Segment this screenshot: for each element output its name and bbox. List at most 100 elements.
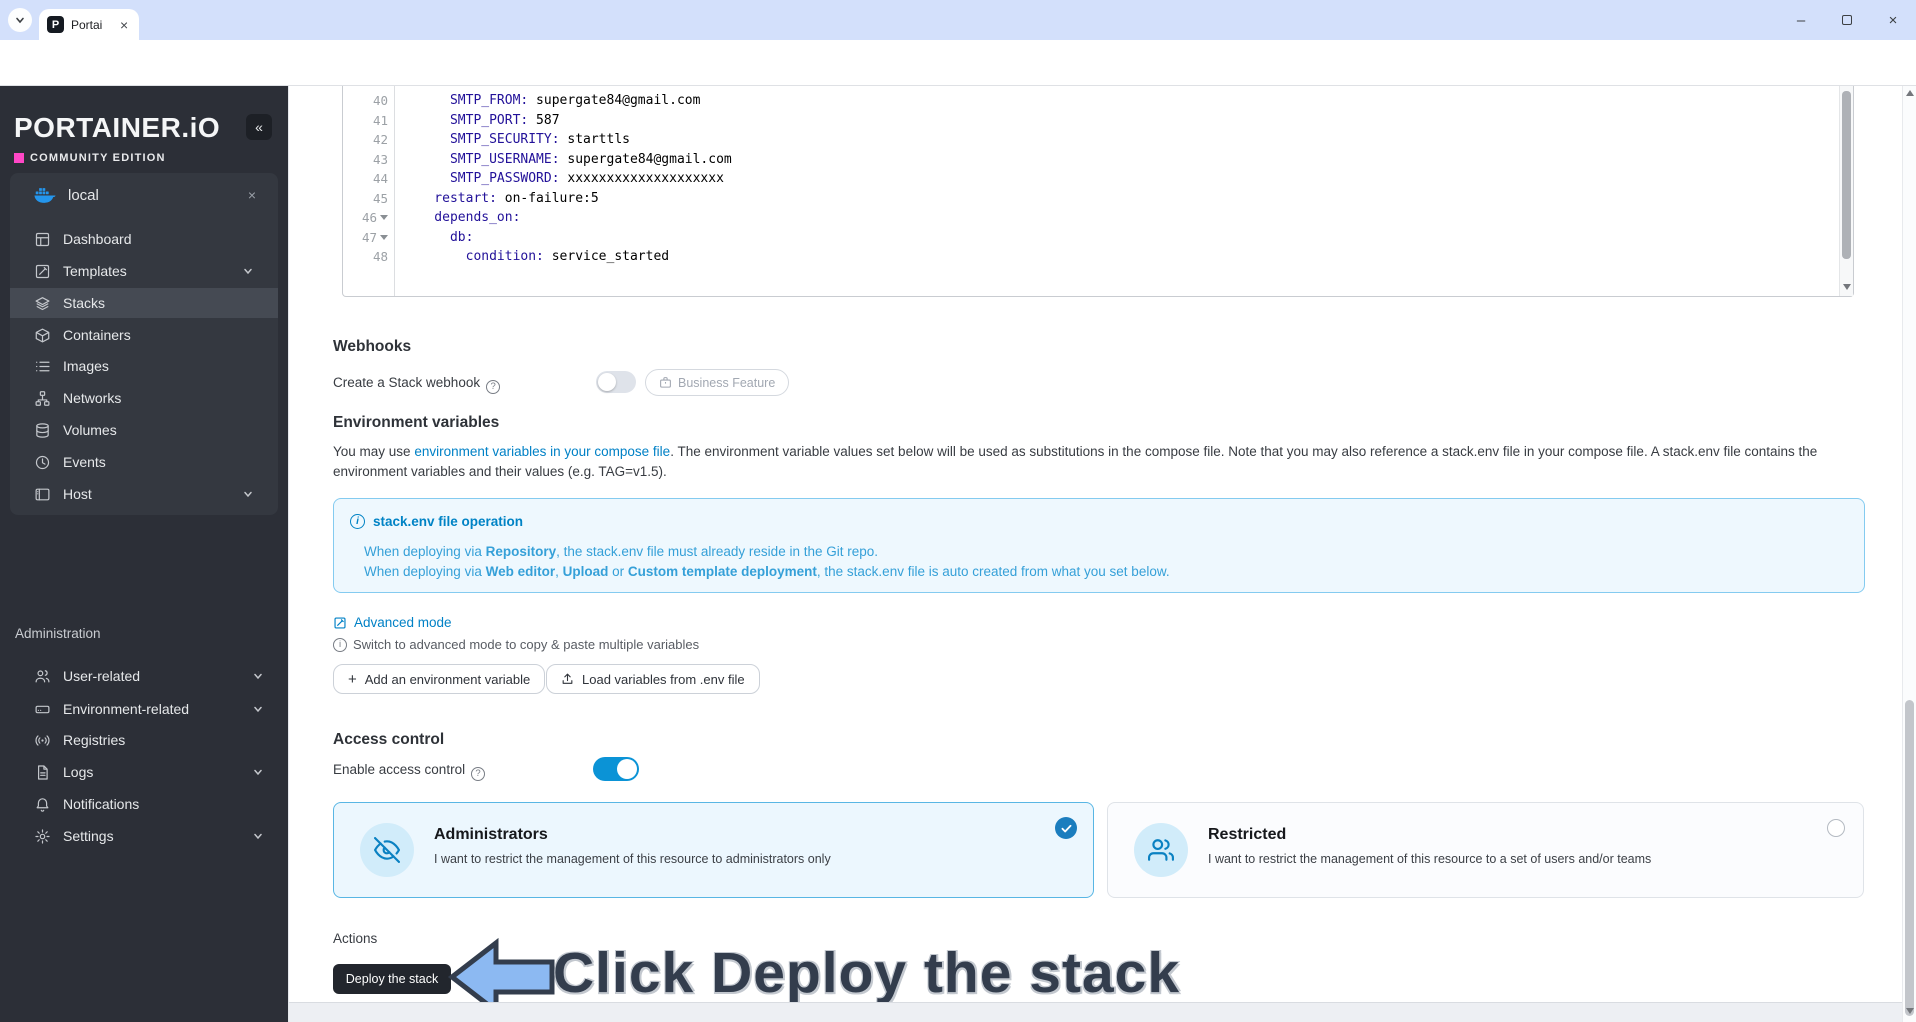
sidebar-environment-local[interactable]: local × [10, 180, 278, 210]
page-scrollbar-thumb[interactable] [1905, 700, 1914, 1016]
eye-off-icon [374, 837, 400, 863]
sidebar-item-host[interactable]: Host [10, 479, 278, 509]
editor-line-number-gutter: 40 41 42 43 44 45 46 47 48 [343, 86, 395, 296]
selected-check-icon[interactable] [1055, 817, 1077, 839]
environment-close-icon[interactable]: × [248, 187, 256, 203]
info-icon: i [333, 637, 347, 652]
window-minimize-button[interactable]: – [1778, 12, 1824, 29]
sidebar-collapse-button[interactable]: « [246, 114, 272, 140]
page-scrollbar[interactable] [1902, 86, 1916, 1022]
sidebar-item-events[interactable]: Events [10, 447, 278, 477]
help-icon[interactable]: ? [486, 379, 501, 394]
restricted-icon-circle [1134, 823, 1188, 877]
code-line: SMTP_USERNAME: supergate84@gmail.com [403, 151, 732, 167]
fold-arrow-icon[interactable] [380, 215, 388, 221]
scroll-down-icon[interactable] [1906, 1008, 1914, 1014]
portainer-logo: PORTAINER.iO [14, 112, 221, 143]
plus-icon: + [348, 670, 357, 688]
volumes-icon [36, 422, 49, 438]
users-icon [1148, 839, 1174, 861]
sidebar-item-stacks[interactable]: Stacks [10, 288, 278, 318]
webhook-toggle-label: Create a Stack webhook? [333, 375, 501, 394]
sidebar-item-templates[interactable]: Templates [10, 256, 278, 286]
main-content: 40 41 42 43 44 45 46 47 48 SMTP_FROM: su… [288, 86, 1903, 1022]
editor-scrollbar[interactable] [1839, 86, 1853, 296]
upload-icon [562, 673, 573, 684]
docker-whale-icon [34, 187, 56, 203]
chevron-down-icon [244, 268, 252, 275]
portainer-favicon-icon: P [47, 16, 64, 33]
administrators-option-card[interactable]: Administrators I want to restrict the ma… [333, 802, 1094, 898]
restricted-option-card[interactable]: Restricted I want to restrict the manage… [1107, 802, 1864, 898]
users-icon [35, 669, 50, 682]
edition-square-icon [14, 153, 24, 163]
webhook-toggle[interactable] [596, 371, 636, 393]
file-text-icon [38, 764, 48, 780]
administration-section-label: Administration [15, 626, 101, 641]
webhooks-heading: Webhooks [333, 338, 412, 355]
tab-search-button[interactable] [8, 8, 32, 32]
sidebar-item-environment-related[interactable]: Environment-related [0, 694, 288, 724]
networks-icon [35, 390, 50, 406]
scroll-down-icon[interactable] [1843, 284, 1851, 290]
help-icon[interactable]: ? [471, 766, 486, 781]
briefcase-icon [660, 377, 671, 388]
sidebar-item-settings[interactable]: Settings [0, 821, 288, 851]
actions-heading: Actions [333, 931, 378, 946]
edit-icon [334, 616, 346, 629]
add-environment-variable-button[interactable]: + Add an environment variable [333, 664, 546, 694]
containers-icon [35, 328, 50, 342]
restricted-radio[interactable] [1827, 819, 1845, 837]
dashboard-icon [35, 232, 50, 246]
access-control-toggle[interactable] [593, 757, 639, 781]
restricted-option-title: Restricted [1208, 826, 1287, 843]
stacks-icon [35, 296, 50, 310]
sidebar-item-registries[interactable]: Registries [0, 725, 288, 755]
gear-icon [35, 828, 50, 844]
tab-title: Portai [71, 17, 103, 32]
broadcast-icon [35, 734, 50, 746]
editor-scrollbar-thumb[interactable] [1842, 91, 1851, 259]
compose-env-vars-link[interactable]: environment variables in your compose fi… [414, 444, 670, 459]
browser-titlebar: P Portai × – × [0, 0, 1916, 40]
admin-icon-circle [360, 823, 414, 877]
admin-option-desc: I want to restrict the management of thi… [434, 852, 831, 866]
window-close-button[interactable]: × [1870, 12, 1916, 29]
code-line: condition: service_started [403, 249, 670, 265]
browser-tab[interactable]: P Portai × [39, 9, 139, 40]
enable-access-control-label: Enable access control? [333, 762, 486, 781]
editor-code-area[interactable]: SMTP_FROM: supergate84@gmail.com SMTP_PO… [403, 91, 1837, 267]
code-line: db: [403, 229, 474, 245]
page-bottom-strip [289, 1002, 1903, 1022]
info-icon: i [350, 514, 365, 529]
annotation-text: Click Deploy the stack [553, 941, 1181, 1005]
info-box-line: When deploying via Web editor, Upload or… [364, 564, 1170, 579]
chevron-down-icon [254, 706, 262, 713]
sidebar-item-networks[interactable]: Networks [10, 383, 278, 413]
events-icon [35, 455, 50, 469]
advanced-mode-link[interactable]: Advanced mode [333, 615, 452, 630]
sidebar-item-dashboard[interactable]: Dashboard [10, 224, 278, 254]
deploy-the-stack-button[interactable]: Deploy the stack [333, 964, 451, 994]
tab-close-icon[interactable]: × [120, 18, 128, 32]
edition-label: COMMUNITY EDITION [14, 152, 166, 164]
sidebar-item-volumes[interactable]: Volumes [10, 415, 278, 445]
access-control-heading: Access control [333, 731, 445, 748]
sidebar-item-notifications[interactable]: Notifications [0, 789, 288, 819]
sidebar-item-logs[interactable]: Logs [0, 757, 288, 787]
env-vars-heading: Environment variables [333, 414, 500, 431]
business-feature-button[interactable]: Business Feature [645, 369, 790, 396]
env-vars-intro: You may use environment variables in you… [333, 444, 1818, 479]
chevron-down-icon [244, 491, 252, 498]
fold-arrow-icon[interactable] [380, 234, 388, 240]
code-line: SMTP_PASSWORD: xxxxxxxxxxxxxxxxxxxx [403, 171, 724, 187]
scroll-up-icon[interactable] [1905, 90, 1914, 96]
sidebar-item-containers[interactable]: Containers [10, 320, 278, 350]
chevron-down-icon [254, 833, 262, 840]
environment-block: local × Dashboard Templates Stacks Conta… [10, 173, 278, 515]
compose-code-editor[interactable]: 40 41 42 43 44 45 46 47 48 SMTP_FROM: su… [342, 86, 1854, 297]
load-variables-button[interactable]: Load variables from .env file [546, 664, 760, 694]
sidebar-item-images[interactable]: Images [10, 351, 278, 381]
window-restore-button[interactable] [1824, 12, 1870, 29]
sidebar-item-user-related[interactable]: User-related [0, 661, 288, 691]
